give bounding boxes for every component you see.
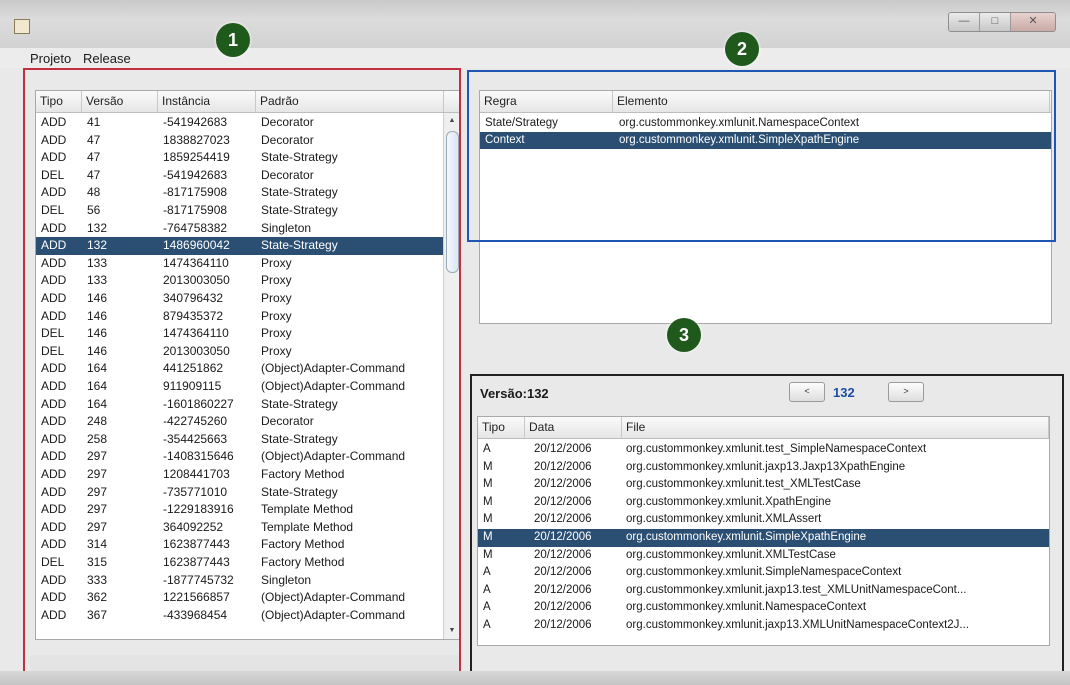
window-controls: — □ ✕ (948, 12, 1056, 32)
menu-projeto[interactable]: Projeto (30, 51, 71, 66)
menu-release[interactable]: Release (83, 51, 131, 66)
annotation-box-2 (467, 70, 1056, 242)
app-icon (14, 19, 30, 34)
annotation-badge-1: 1 (216, 23, 250, 57)
window-bottom-edge (0, 671, 1070, 685)
annotation-badge-2: 2 (725, 32, 759, 66)
menu-bar: Projeto Release (0, 48, 1070, 68)
annotation-box-3 (470, 374, 1064, 685)
annotation-badge-3: 3 (667, 318, 701, 352)
maximize-button[interactable]: □ (980, 13, 1011, 31)
minimize-button[interactable]: — (949, 13, 980, 31)
annotation-box-1 (23, 68, 461, 683)
close-button[interactable]: ✕ (1011, 13, 1055, 31)
title-bar: — □ ✕ (0, 0, 1070, 48)
